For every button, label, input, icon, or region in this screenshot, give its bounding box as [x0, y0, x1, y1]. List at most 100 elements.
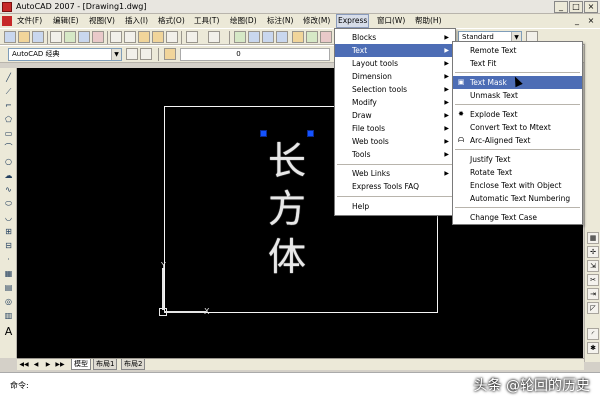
copy-icon[interactable] [124, 31, 136, 43]
explode-icon[interactable]: ✱ [587, 342, 599, 354]
pan-icon[interactable] [234, 31, 246, 43]
menu-dimension[interactable]: 标注(N) [266, 14, 294, 28]
express-item-web-tools[interactable]: Web tools ▶ [335, 135, 455, 148]
menu-format[interactable]: 格式(O) [157, 14, 186, 28]
menu-modify[interactable]: 修改(M) [302, 14, 331, 28]
revision-cloud-icon[interactable]: ☁ [2, 170, 15, 182]
construction-line-icon[interactable]: ⟋ [2, 86, 15, 98]
mdi-close-button[interactable]: × [586, 16, 596, 26]
new-file-icon[interactable] [4, 31, 16, 43]
close-button[interactable]: × [584, 1, 598, 13]
chevron-down-icon[interactable]: ▼ [111, 49, 121, 60]
express-item-layout-tools[interactable]: Layout tools ▶ [335, 57, 455, 70]
mdi-minimize-button[interactable]: _ [572, 16, 582, 26]
paste-icon[interactable] [138, 31, 150, 43]
extend-icon[interactable]: ⇥ [587, 288, 599, 300]
first-tab-icon[interactable]: ◀◀ [19, 360, 29, 369]
move-icon[interactable]: ✢ [587, 246, 599, 258]
express-item-dimension[interactable]: Dimension ▶ [335, 70, 455, 83]
drawing-text-char[interactable]: 长 [265, 138, 309, 184]
express-item-faq[interactable]: Express Tools FAQ [335, 180, 455, 193]
express-item-web-links[interactable]: Web Links ▶ [335, 167, 455, 180]
print-icon[interactable] [50, 31, 62, 43]
block-editor-icon[interactable] [166, 31, 178, 43]
tab-layout1[interactable]: 布局1 [93, 359, 118, 370]
gradient-icon[interactable]: ▤ [2, 282, 15, 294]
layer-manager-icon[interactable] [164, 48, 176, 60]
multiline-text-icon[interactable]: A [2, 326, 15, 338]
tool-palettes-icon[interactable] [320, 31, 332, 43]
express-item-tools[interactable]: Tools ▶ [335, 148, 455, 161]
text-item-remote-text[interactable]: Remote Text [453, 44, 582, 57]
last-tab-icon[interactable]: ▶▶ [55, 360, 65, 369]
tab-model[interactable]: 模型 [71, 359, 91, 370]
menu-insert[interactable]: 插入(I) [124, 14, 149, 28]
text-item-text-fit[interactable]: Text Fit [453, 57, 582, 70]
drawing-text-char[interactable]: 方 [265, 186, 309, 232]
tab-layout2[interactable]: 布局2 [121, 359, 146, 370]
trim-icon[interactable]: ✂ [587, 274, 599, 286]
minimize-button[interactable]: _ [554, 1, 568, 13]
table-icon[interactable]: ▥ [2, 310, 15, 322]
maximize-button[interactable]: □ [569, 1, 583, 13]
spline-icon[interactable]: ∿ [2, 184, 15, 196]
region-icon[interactable]: ◎ [2, 296, 15, 308]
undo-icon[interactable] [186, 31, 198, 43]
print-preview-icon[interactable] [64, 31, 76, 43]
next-tab-icon[interactable]: ▶ [43, 360, 53, 369]
express-item-text[interactable]: Text ▶ [335, 44, 455, 57]
zoom-window-icon[interactable] [262, 31, 274, 43]
cut-icon[interactable] [110, 31, 122, 43]
arc-icon[interactable]: ⌒ [2, 142, 15, 154]
circle-icon[interactable]: ○ [2, 156, 15, 168]
text-item-enclose-text[interactable]: Enclose Text with Object [453, 179, 582, 192]
text-item-convert-to-mtext[interactable]: Convert Text to Mtext [453, 121, 582, 134]
match-properties-icon[interactable] [152, 31, 164, 43]
insert-block-icon[interactable]: ⊞ [2, 226, 15, 238]
express-item-blocks[interactable]: Blocks ▶ [335, 31, 455, 44]
3d-dwf-icon[interactable] [92, 31, 104, 43]
ellipse-icon[interactable]: ⬭ [2, 198, 15, 210]
make-block-icon[interactable]: ⊟ [2, 240, 15, 252]
text-item-explode-text[interactable]: ✸ Explode Text [453, 108, 582, 121]
express-item-draw[interactable]: Draw ▶ [335, 109, 455, 122]
workspace-settings-icon[interactable] [126, 48, 138, 60]
properties-icon[interactable] [292, 31, 304, 43]
design-center-icon[interactable] [306, 31, 318, 43]
redo-icon[interactable] [208, 31, 220, 43]
menu-window[interactable]: 窗口(W) [376, 14, 406, 28]
text-item-arc-aligned-text[interactable]: ᗩ Arc-Aligned Text [453, 134, 582, 147]
hatch-icon[interactable]: ▦ [2, 268, 15, 280]
previous-tab-icon[interactable]: ◀ [31, 360, 41, 369]
ellipse-arc-icon[interactable]: ◡ [2, 212, 15, 224]
selection-grip[interactable] [260, 130, 267, 137]
menu-view[interactable]: 视图(V) [88, 14, 116, 28]
express-item-file-tools[interactable]: File tools ▶ [335, 122, 455, 135]
text-item-unmask-text[interactable]: Unmask Text [453, 89, 582, 102]
chamfer-icon[interactable]: ◸ [587, 302, 599, 314]
save-icon[interactable] [32, 31, 44, 43]
autocad-app-icon[interactable] [2, 2, 12, 12]
rectangle-icon[interactable]: ▭ [2, 128, 15, 140]
menu-help[interactable]: 帮助(H) [414, 14, 443, 28]
command-window[interactable]: 命令: 头条 @轮回的历史 [0, 372, 600, 400]
stretch-icon[interactable]: ⇲ [587, 260, 599, 272]
text-item-change-case[interactable]: Change Text Case [453, 211, 582, 224]
zoom-realtime-icon[interactable] [248, 31, 260, 43]
point-icon[interactable]: · [2, 254, 15, 266]
text-item-rotate-text[interactable]: Rotate Text [453, 166, 582, 179]
express-item-help[interactable]: Help [335, 200, 455, 213]
layer-combo[interactable]: 0 [180, 48, 330, 61]
zoom-previous-icon[interactable] [276, 31, 288, 43]
menu-draw[interactable]: 绘图(D) [229, 14, 258, 28]
fillet-icon[interactable]: ◜ [587, 328, 599, 340]
express-item-selection-tools[interactable]: Selection tools ▶ [335, 83, 455, 96]
menu-edit[interactable]: 编辑(E) [52, 14, 80, 28]
menu-tools[interactable]: 工具(T) [193, 14, 220, 28]
array-icon[interactable]: ▦ [587, 232, 599, 244]
polygon-icon[interactable]: ⬠ [2, 114, 15, 126]
document-icon[interactable] [2, 16, 12, 26]
express-item-modify[interactable]: Modify ▶ [335, 96, 455, 109]
line-icon[interactable]: ╱ [2, 72, 15, 84]
workspace-save-icon[interactable] [140, 48, 152, 60]
